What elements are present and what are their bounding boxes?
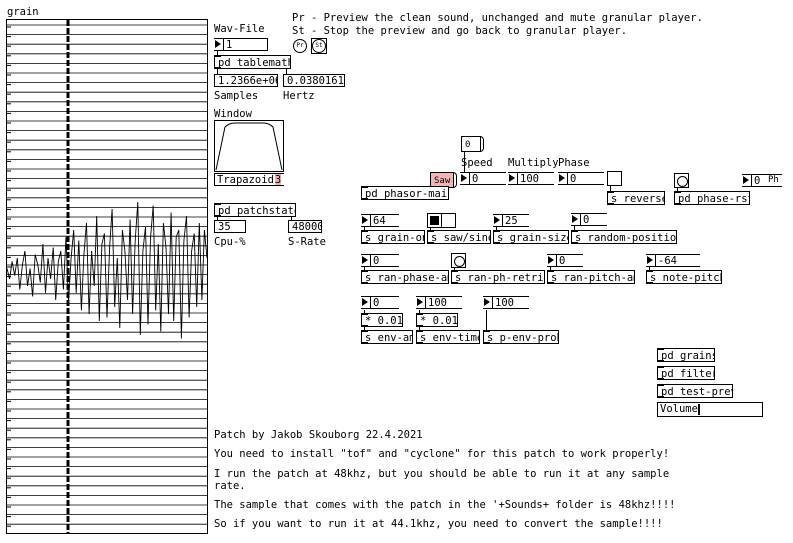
samples-label: Samples [214, 90, 259, 102]
grain-size-number[interactable]: 25 [493, 214, 529, 227]
note-install: You need to install "tof" and "cyclone" … [214, 448, 670, 460]
saw-sine-send[interactable]: s saw/sine [427, 230, 491, 244]
zero-message[interactable]: 0 [461, 136, 484, 152]
wire [364, 327, 365, 331]
hertz-number[interactable]: 0.0380161 [283, 74, 345, 87]
window-curve [215, 122, 283, 171]
wire [550, 266, 551, 271]
speed-label: Speed [461, 157, 493, 169]
env-time-number[interactable]: 100 [416, 296, 462, 309]
saw-sine-toggle-2[interactable] [441, 213, 456, 228]
note-sample: The sample that comes with the patch in … [214, 499, 676, 511]
saw-sine-toggle[interactable] [427, 213, 442, 228]
note-pitch-number[interactable]: -64 [646, 254, 700, 267]
info-stop: St - Stop the preview and go back to gra… [292, 25, 628, 37]
multiply-number[interactable]: 100 [508, 172, 554, 185]
stop-button[interactable]: St [312, 39, 326, 53]
phase-am-number[interactable]: 0 [361, 254, 399, 267]
env-time-multiply[interactable]: * 0.01 [416, 313, 458, 327]
wire [454, 267, 455, 271]
env-am-send[interactable]: s env-am [361, 330, 413, 344]
phase-label: Phase [558, 157, 590, 169]
stop-button-frame[interactable]: St [311, 38, 327, 54]
ph-label: Ph [768, 175, 779, 185]
filter-object[interactable]: pd filter [657, 366, 715, 380]
phase-rst-object[interactable]: pd phase-rst [674, 191, 750, 205]
note-rate-2: rate. [214, 480, 246, 492]
retrig-bang[interactable] [451, 253, 466, 268]
test-prev-object[interactable]: pd test-prev [657, 384, 733, 398]
window-shape-value: 3 [274, 174, 282, 186]
wire [574, 225, 575, 231]
wire [364, 226, 365, 231]
info-preview: Pr - Preview the clean sound, unchanged … [292, 12, 703, 24]
wire [364, 266, 365, 271]
wire [496, 226, 497, 231]
wavfile-label: Wav-File [214, 23, 265, 35]
window-label: Window [214, 108, 252, 120]
tablemath-object[interactable]: pd tablemath [214, 55, 291, 69]
cpu-label: Cpu-% [214, 236, 246, 248]
wire [291, 217, 292, 221]
random-position-send[interactable]: s random-position [571, 230, 677, 244]
retrig-send[interactable]: s ran-ph-retrig [451, 270, 545, 284]
wire [364, 310, 365, 314]
volume-slider-knob[interactable] [698, 404, 700, 415]
random-position-number[interactable]: 0 [571, 213, 607, 226]
phasor-main-object[interactable]: pd phasor-main [361, 186, 449, 200]
phase-reset-bang[interactable] [674, 173, 689, 188]
wire [217, 51, 218, 56]
env-prob-number[interactable]: 100 [483, 296, 529, 309]
wire [677, 187, 678, 192]
wire [649, 266, 650, 271]
note-author: Patch by Jakob Skouborg 22.4.2021 [214, 429, 423, 441]
reverse-toggle[interactable] [607, 171, 622, 186]
pitch-am-send[interactable]: s ran-pitch-am [547, 270, 635, 284]
hertz-label: Hertz [283, 90, 315, 102]
wire [419, 310, 420, 314]
preview-button[interactable]: Pr [293, 39, 307, 53]
grain-on-number[interactable]: 64 [361, 214, 399, 227]
speed-number[interactable]: 0 [460, 172, 506, 185]
rate-label: S-Rate [288, 236, 326, 248]
window-graph[interactable] [214, 120, 284, 172]
wire [610, 185, 611, 192]
volume-slider[interactable]: Volume [657, 402, 763, 417]
waveform-plot [7, 20, 207, 533]
multiply-label: Multiply [508, 157, 559, 169]
grain-size-send[interactable]: s grain-size [493, 230, 569, 244]
phase-am-send[interactable]: s ran-phase-am [361, 270, 449, 284]
wire [217, 217, 218, 221]
wire [464, 151, 465, 173]
env-time-send[interactable]: s env-time [416, 330, 480, 344]
wavfile-number-end [260, 38, 268, 51]
env-am-multiply[interactable]: * 0.01 [361, 313, 403, 327]
wavfile-number[interactable]: 1 [214, 38, 260, 51]
waveform-graph[interactable] [6, 19, 208, 534]
env-am-number[interactable]: 0 [361, 296, 399, 309]
note-rate-1: I run the patch at 48khz, but you should… [214, 468, 670, 480]
cpu-number[interactable]: 35 [214, 220, 246, 233]
note-convert: So if you want to run it at 44.1khz, you… [214, 518, 663, 530]
grain-on-send[interactable]: s grain-on [361, 230, 425, 244]
wire [419, 327, 420, 331]
note-pitch-send[interactable]: s note-pitch [646, 270, 722, 284]
reverse-send[interactable]: s reverse [607, 191, 665, 205]
wire [430, 227, 431, 231]
window-shape-selector[interactable]: Trapazoid3 [214, 173, 284, 186]
samples-number[interactable]: 1.2366e+06 [214, 74, 278, 87]
waveform-line [7, 201, 207, 339]
rate-number[interactable]: 48000 [288, 220, 322, 233]
wire [217, 69, 218, 75]
phase-number[interactable]: 0 [558, 172, 604, 185]
pitch-am-number[interactable]: 0 [547, 254, 583, 267]
volume-label: Volume [660, 403, 698, 415]
env-prob-send[interactable]: s p-env-prob [483, 330, 559, 344]
wire [286, 69, 287, 75]
grains-object[interactable]: pd grains [657, 348, 715, 362]
wire [486, 310, 487, 331]
patchstate-object[interactable]: pd patchstate [214, 203, 296, 217]
graph-title: grain [7, 6, 39, 18]
